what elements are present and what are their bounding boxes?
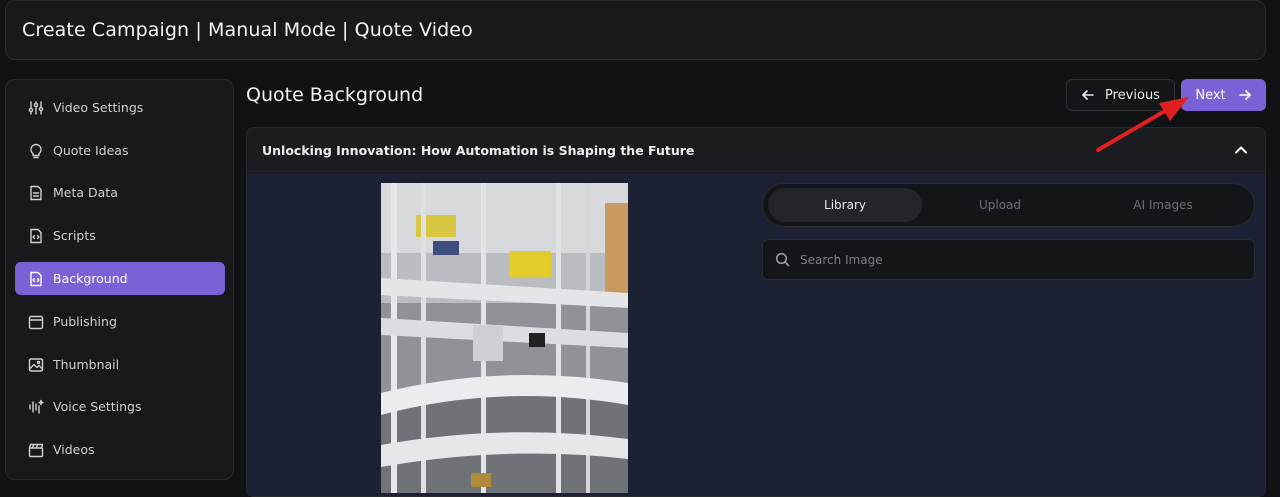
page-title: Quote Background xyxy=(246,84,424,106)
sidebar-item-label: Background xyxy=(53,271,128,286)
tab-library[interactable]: Library xyxy=(768,188,922,222)
sidebar-item-scripts[interactable]: Scripts xyxy=(15,219,225,252)
sidebar: Video Settings Quote Ideas Meta Data Scr… xyxy=(5,79,234,480)
sidebar-item-video-settings[interactable]: Video Settings xyxy=(15,91,225,124)
sidebar-item-label: Voice Settings xyxy=(53,399,142,414)
lightbulb-icon xyxy=(27,142,45,160)
arrow-left-icon xyxy=(1082,90,1094,100)
search-input[interactable] xyxy=(800,252,1220,267)
quote-card-header[interactable]: Unlocking Innovation: How Automation is … xyxy=(247,128,1265,172)
sidebar-item-label: Publishing xyxy=(53,314,117,329)
previous-button-label: Previous xyxy=(1105,87,1160,103)
sidebar-item-quote-ideas[interactable]: Quote Ideas xyxy=(15,134,225,167)
sidebar-item-label: Quote Ideas xyxy=(53,143,129,158)
background-preview-image xyxy=(381,183,628,493)
image-icon xyxy=(27,356,45,374)
sidebar-item-label: Scripts xyxy=(53,228,96,243)
sidebar-item-publishing[interactable]: Publishing xyxy=(15,305,225,338)
search-box xyxy=(762,239,1255,280)
sidebar-item-label: Thumbnail xyxy=(53,357,120,372)
code-file-icon xyxy=(27,270,45,288)
sidebar-item-label: Videos xyxy=(53,442,95,457)
next-button[interactable]: Next xyxy=(1181,79,1266,111)
page-header: Create Campaign | Manual Mode | Quote Vi… xyxy=(5,0,1266,60)
code-file-icon xyxy=(27,227,45,245)
quote-card: Unlocking Innovation: How Automation is … xyxy=(246,127,1266,497)
arrow-right-icon xyxy=(1238,90,1251,100)
sidebar-item-videos[interactable]: Videos xyxy=(15,433,225,466)
page-header-title: Create Campaign | Manual Mode | Quote Vi… xyxy=(22,19,473,41)
sidebar-item-label: Video Settings xyxy=(53,100,144,115)
sidebar-item-label: Meta Data xyxy=(53,185,118,200)
calendar-icon xyxy=(27,313,45,331)
sidebar-item-thumbnail[interactable]: Thumbnail xyxy=(15,348,225,381)
image-source-tabs: Library Upload AI Images xyxy=(762,183,1255,227)
chevron-up-icon[interactable] xyxy=(1233,142,1249,158)
clapperboard-icon xyxy=(27,441,45,459)
sidebar-item-meta-data[interactable]: Meta Data xyxy=(15,176,225,209)
next-button-label: Next xyxy=(1195,87,1226,103)
previous-button[interactable]: Previous xyxy=(1066,79,1175,111)
sidebar-item-background[interactable]: Background xyxy=(15,262,225,295)
tab-upload[interactable]: Upload xyxy=(923,188,1077,222)
quote-card-body: Library Upload AI Images xyxy=(247,173,1265,496)
audio-wave-icon xyxy=(27,398,45,416)
quote-title: Unlocking Innovation: How Automation is … xyxy=(262,143,695,158)
sliders-icon xyxy=(27,99,45,117)
tab-ai-images[interactable]: AI Images xyxy=(1083,188,1243,222)
search-icon xyxy=(775,252,790,267)
document-icon xyxy=(27,184,45,202)
sidebar-item-voice-settings[interactable]: Voice Settings xyxy=(15,390,225,423)
